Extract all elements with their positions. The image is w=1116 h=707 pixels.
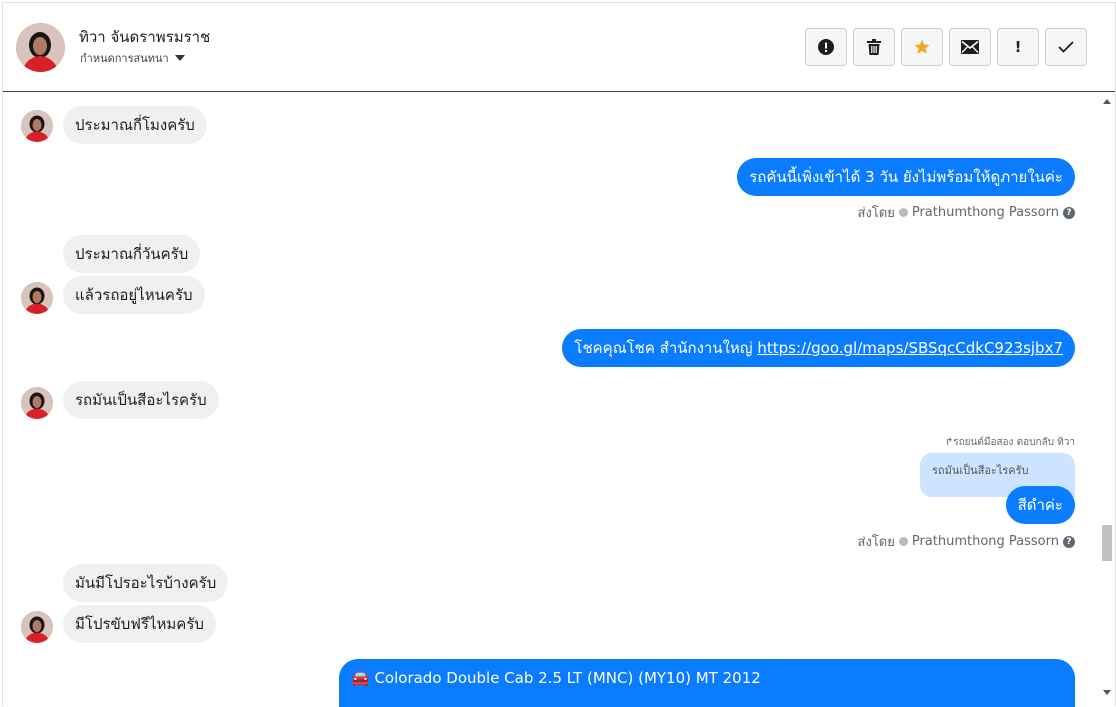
sent-by-agent[interactable]: Prathumthong Passorn <box>912 534 1059 549</box>
message-outgoing: โชคคุณโชค สำนักงานใหญ่ https://goo.gl/ma… <box>562 329 1075 367</box>
product-card-title: 🚘 Colorado Double Cab 2.5 LT (MNC) (MY10… <box>351 669 761 687</box>
delete-button[interactable] <box>853 28 895 66</box>
agent-status-icon <box>898 208 908 217</box>
mail-button[interactable] <box>949 28 991 66</box>
star-icon <box>914 39 930 54</box>
trash-icon <box>867 39 881 55</box>
exclamation-icon: ! <box>1014 38 1022 56</box>
reply-hint: ↱รถยนต์มือสอง ตอบกลับ ทิวา <box>944 437 1075 448</box>
caret-down-icon <box>174 55 185 61</box>
message-incoming: รถมันเป็นสีอะไรครับ <box>63 381 219 419</box>
conversation-status-label: กำหนดการสนทนา <box>80 52 169 65</box>
report-button[interactable] <box>805 28 847 66</box>
contact-avatar-small <box>21 611 53 643</box>
contact-avatar-small <box>21 387 53 419</box>
contact-name: ทิวา จันดราพรมราช <box>79 28 211 46</box>
contact-avatar-small <box>21 110 53 142</box>
sent-by-prefix: ส่งโดย <box>857 206 895 221</box>
sent-by-label: ส่งโดย Prathumthong Passorn ? <box>858 531 1075 552</box>
sent-by-agent[interactable]: Prathumthong Passorn <box>912 205 1059 220</box>
sent-by-prefix: ส่งโดย <box>857 535 895 550</box>
help-icon[interactable]: ? <box>1063 206 1075 219</box>
contact-avatar-small <box>21 282 53 314</box>
message-incoming: ประมาณกี่โมงครับ <box>63 106 207 144</box>
envelope-icon <box>961 40 979 54</box>
message-text: โชคคุณโชค สำนักงานใหญ่ <box>574 339 753 357</box>
message-incoming: มันมีโปรอะไรบ้างครับ <box>63 564 229 602</box>
toolbar: ! <box>805 28 1087 66</box>
conversation-status-dropdown[interactable]: กำหนดการสนทนา <box>80 49 185 67</box>
message-incoming: มีโปรขับฟรีไหมครับ <box>63 605 216 643</box>
help-icon[interactable]: ? <box>1063 535 1075 548</box>
message-outgoing: รถคันนี้เพิ่งเข้าได้ 3 วัน ยังไม่พร้อมให… <box>737 158 1075 196</box>
sent-by-label: ส่งโดย Prathumthong Passorn ? <box>858 202 1075 223</box>
message-incoming: แล้วรถอยู่ไหนครับ <box>63 276 205 314</box>
checkmark-icon <box>1058 41 1074 53</box>
message-incoming: ประมาณกี่วันครับ <box>63 235 201 273</box>
alert-circle-icon <box>818 39 834 55</box>
reply-arrow-icon: ↱ <box>944 437 954 448</box>
message-thread[interactable]: ประมาณกี่โมงครับ รถคันนี้เพิ่งเข้าได้ 3 … <box>3 93 1101 707</box>
scroll-down-arrow-icon[interactable] <box>1103 690 1111 695</box>
conversation-panel: ทิวา จันดราพรมราช กำหนดการสนทนา ! ประมาณ… <box>2 2 1116 707</box>
message-outgoing: สีดำค่ะ <box>1005 486 1075 524</box>
product-card-message[interactable]: 🚘 Colorado Double Cab 2.5 LT (MNC) (MY10… <box>339 659 1075 707</box>
done-button[interactable] <box>1045 28 1087 66</box>
maps-link[interactable]: https://goo.gl/maps/SBSqcCdkC923sjbx7 <box>757 339 1063 357</box>
agent-status-icon <box>898 537 908 546</box>
star-button[interactable] <box>901 28 943 66</box>
conversation-header: ทิวา จันดราพรมราช กำหนดการสนทนา ! <box>3 3 1115 92</box>
scroll-up-arrow-icon[interactable] <box>1103 99 1111 104</box>
scrollbar[interactable] <box>1099 93 1115 707</box>
scrollbar-thumb[interactable] <box>1102 525 1112 561</box>
important-button[interactable]: ! <box>997 28 1039 66</box>
contact-avatar[interactable] <box>16 23 65 72</box>
